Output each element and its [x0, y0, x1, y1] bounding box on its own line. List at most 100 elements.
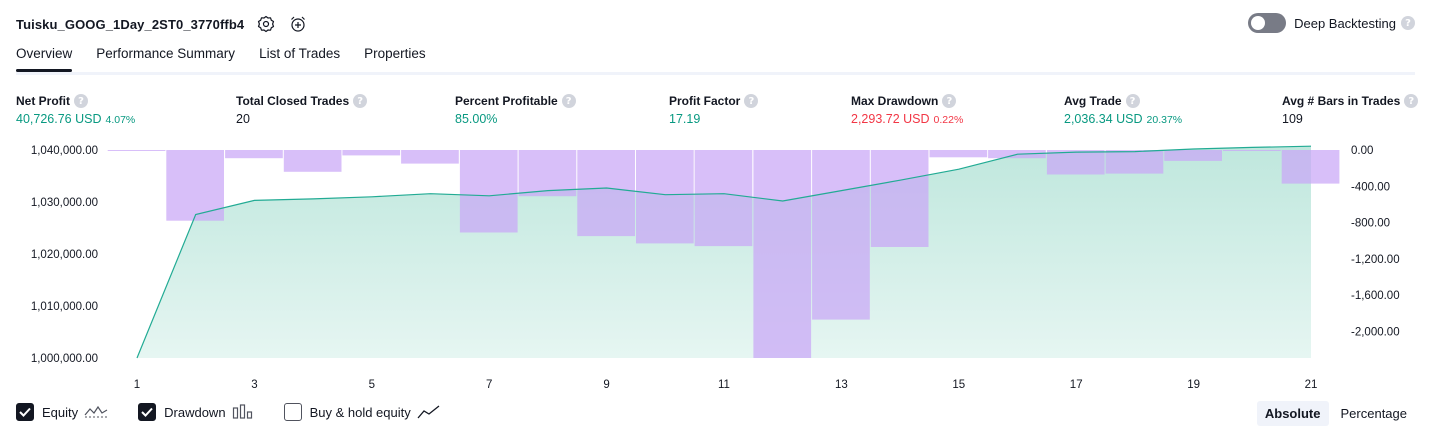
drawdown-checkbox[interactable]: [138, 403, 157, 421]
right-axis-tick-label: -400.00: [1351, 181, 1390, 193]
left-axis-tick-label: 1,030,000.00: [31, 197, 98, 209]
deep-backtesting-toggle[interactable]: [1248, 13, 1287, 33]
left-axis-tick-label: 1,010,000.00: [31, 301, 98, 313]
display-mode-switch: Absolute Percentage: [1253, 401, 1415, 426]
legend-label: Drawdown: [164, 404, 226, 420]
metric-label: Total Closed Trades: [236, 94, 350, 108]
drawdown-bar: [459, 150, 518, 233]
metric-value: 85.00%: [455, 112, 498, 126]
drawdown-bar: [107, 150, 166, 151]
x-axis-tick-label: 21: [1305, 379, 1318, 391]
buy-hold-line-icon: [417, 404, 441, 420]
metric-label: Net Profit: [16, 94, 70, 108]
metric-total-closed-trades: Total Closed Trades? 20: [236, 94, 368, 126]
legend-equity[interactable]: Equity: [16, 403, 108, 421]
drawdown-bars-icon: [232, 404, 254, 420]
metric-value: 17.19: [669, 112, 701, 126]
left-axis: 1,040,000.00 1,030,000.00 1,020,000.00 1,01…: [31, 145, 98, 365]
metric-label: Max Drawdown: [851, 94, 939, 108]
metric-percent: 4.07%: [105, 114, 136, 126]
strategy-header: Tuisku_GOOG_1Day_2ST0_3770ffb4: [16, 12, 308, 36]
x-axis-tick-label: 19: [1187, 379, 1200, 391]
tabs-divider: [16, 72, 1415, 75]
x-axis-tick-label: 7: [486, 379, 492, 391]
legend-buy-hold-equity[interactable]: Buy & hold equity: [283, 403, 441, 421]
report-tabs: Overview Performance Summary List of Tra…: [16, 46, 450, 72]
metric-avg-trade: Avg Trade? 2,036.34 USD 20.37%: [1064, 94, 1182, 126]
info-icon[interactable]: ?: [1125, 94, 1140, 108]
metric-label: Avg # Bars in Trades: [1282, 94, 1401, 108]
tab-list-of-trades[interactable]: List of Trades: [259, 46, 340, 69]
metric-label: Profit Factor: [669, 94, 741, 108]
alarm-clock-plus-icon[interactable]: [288, 14, 308, 34]
right-axis-tick-label: 0.00: [1351, 145, 1373, 157]
drawdown-bar: [401, 150, 459, 164]
left-axis-tick-label: 1,020,000.00: [31, 249, 98, 261]
metric-value: 40,726.76 USD: [16, 112, 102, 126]
drawdown-bar: [342, 150, 401, 156]
metric-percent: 0.22%: [933, 114, 964, 126]
toggle-knob: [1251, 16, 1266, 30]
metric-label: Avg Trade: [1064, 94, 1122, 108]
x-axis-tick-label: 13: [835, 379, 848, 391]
deep-backtesting-label: Deep Backtesting: [1294, 15, 1396, 31]
left-axis-tick-label: 1,040,000.00: [31, 145, 98, 157]
drawdown-bar: [929, 150, 988, 158]
info-icon[interactable]: ?: [744, 94, 759, 108]
settings-gear-icon[interactable]: [256, 14, 276, 34]
metric-value: 109: [1282, 112, 1303, 126]
right-axis-tick-label: -2,000.00: [1351, 326, 1400, 338]
absolute-button[interactable]: Absolute: [1256, 401, 1329, 426]
tab-overview[interactable]: Overview: [16, 46, 73, 72]
metric-value: 2,293.72 USD: [851, 112, 930, 126]
metric-percent-profitable: Percent Profitable? 85.00%: [455, 94, 576, 126]
buy-hold-checkbox[interactable]: [283, 403, 302, 421]
strategy-title: Tuisku_GOOG_1Day_2ST0_3770ffb4: [16, 16, 245, 32]
info-icon[interactable]: ?: [74, 94, 88, 108]
left-axis-tick-label: 1,000,000.00: [31, 353, 98, 365]
x-axis-tick-label: 1: [134, 379, 140, 391]
x-axis-tick-label: 5: [369, 379, 375, 391]
equity-checkbox[interactable]: [16, 403, 34, 421]
info-icon[interactable]: ?: [561, 94, 576, 108]
deep-backtesting: Deep Backtesting ?: [1248, 13, 1415, 33]
equity-drawdown-chart[interactable]: 1,040,000.00 1,030,000.00 1,020,000.00 1,01…: [0, 140, 1431, 398]
metric-net-profit: Net Profit? 40,726.76 USD 4.07%: [16, 94, 135, 126]
drawdown-bar: [1105, 150, 1164, 174]
drawdown-bar: [577, 150, 635, 237]
x-axis-tick-label: 9: [603, 379, 609, 391]
equity-wave-icon: [84, 404, 108, 420]
metric-value: 2,036.34 USD: [1064, 112, 1143, 126]
metric-percent: 20.37%: [1146, 114, 1183, 126]
metric-avg-bars-in-trades: Avg # Bars in Trades? 109: [1282, 94, 1419, 126]
percentage-button[interactable]: Percentage: [1333, 401, 1416, 426]
x-axis-tick-label: 15: [952, 379, 965, 391]
info-icon[interactable]: ?: [353, 94, 368, 108]
x-axis-tick-label: 17: [1070, 379, 1083, 391]
right-axis-tick-label: -1,600.00: [1351, 290, 1400, 302]
tab-properties[interactable]: Properties: [364, 46, 426, 69]
metric-value: 20: [236, 112, 250, 126]
legend-drawdown[interactable]: Drawdown: [138, 403, 253, 421]
right-axis: 0.00 -400.00 -800.00 -1,200.00 -1,600.00 -2,0…: [1351, 145, 1400, 338]
metric-label: Percent Profitable: [455, 94, 558, 108]
metric-max-drawdown: Max Drawdown? 2,293.72 USD 0.22%: [851, 94, 963, 126]
info-icon[interactable]: ?: [1404, 94, 1419, 108]
x-axis-tick-label: 3: [251, 379, 257, 391]
drawdown-bar: [870, 150, 929, 247]
drawdown-bar: [753, 150, 812, 358]
info-icon[interactable]: ?: [942, 94, 957, 108]
help-icon[interactable]: ?: [1401, 16, 1415, 30]
tab-performance-summary[interactable]: Performance Summary: [96, 46, 235, 69]
drawdown-bar: [225, 150, 283, 159]
drawdown-bar: [1046, 150, 1105, 175]
drawdown-bar: [283, 150, 342, 172]
drawdown-bar: [1164, 150, 1222, 161]
drawdown-bar: [694, 150, 753, 247]
drawdown-bar: [636, 150, 694, 244]
chart-legend: Equity Drawdown Buy & hold equity: [16, 403, 471, 421]
drawdown-bar: [812, 150, 870, 320]
x-axis-tick-label: 11: [718, 379, 730, 391]
right-axis-tick-label: -1,200.00: [1351, 254, 1400, 266]
metric-profit-factor: Profit Factor? 17.19: [669, 94, 759, 126]
